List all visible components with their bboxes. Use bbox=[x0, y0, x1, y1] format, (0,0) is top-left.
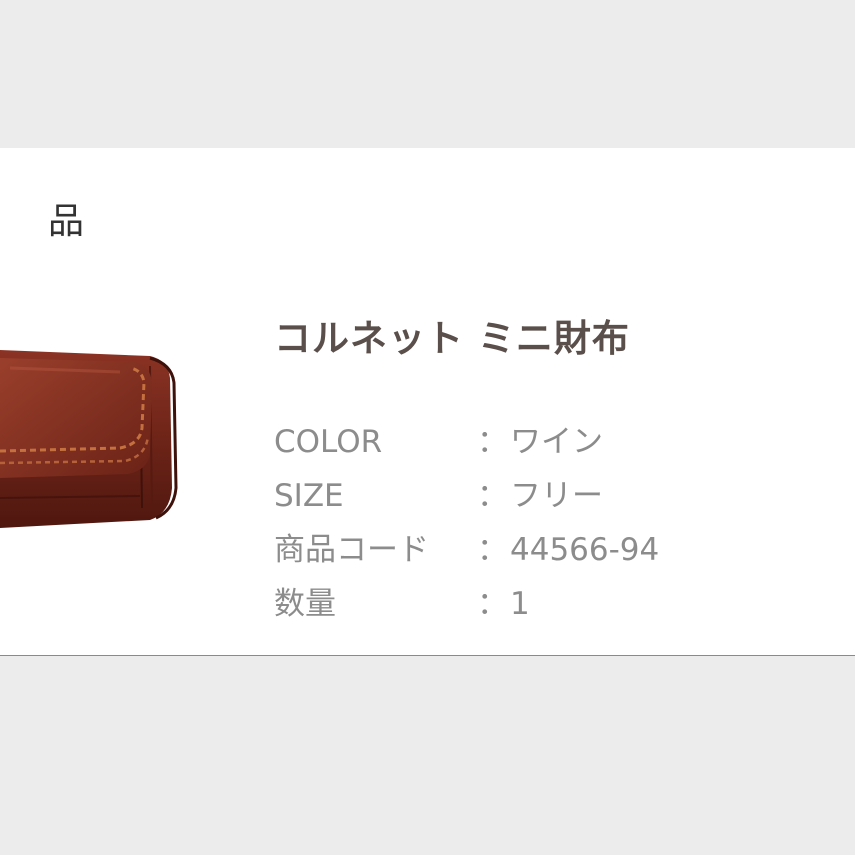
detail-label-color: COLOR bbox=[274, 424, 383, 460]
product-title[interactable]: コルネット ミニ財布 bbox=[274, 320, 630, 357]
order-item-card: 品 コルネット ミニ財布 COLOR ： ワイン SIZE ： フリー 商品コー… bbox=[0, 148, 855, 656]
detail-separator: ： bbox=[477, 586, 508, 622]
detail-separator: ： bbox=[477, 532, 508, 568]
detail-label-quantity: 数量 bbox=[274, 586, 336, 622]
product-image[interactable] bbox=[0, 338, 185, 538]
detail-label-size: SIZE bbox=[274, 478, 344, 514]
section-heading: 品 bbox=[48, 201, 85, 242]
detail-value-product-code: 44566-94 bbox=[510, 532, 660, 568]
detail-value-size: フリー bbox=[510, 478, 603, 514]
bottom-background bbox=[0, 656, 855, 855]
detail-separator: ： bbox=[477, 424, 508, 460]
detail-value-quantity: 1 bbox=[510, 586, 530, 622]
detail-separator: ： bbox=[477, 478, 508, 514]
detail-value-color: ワイン bbox=[510, 424, 603, 460]
top-background bbox=[0, 0, 855, 148]
detail-label-product-code: 商品コード bbox=[274, 532, 429, 568]
